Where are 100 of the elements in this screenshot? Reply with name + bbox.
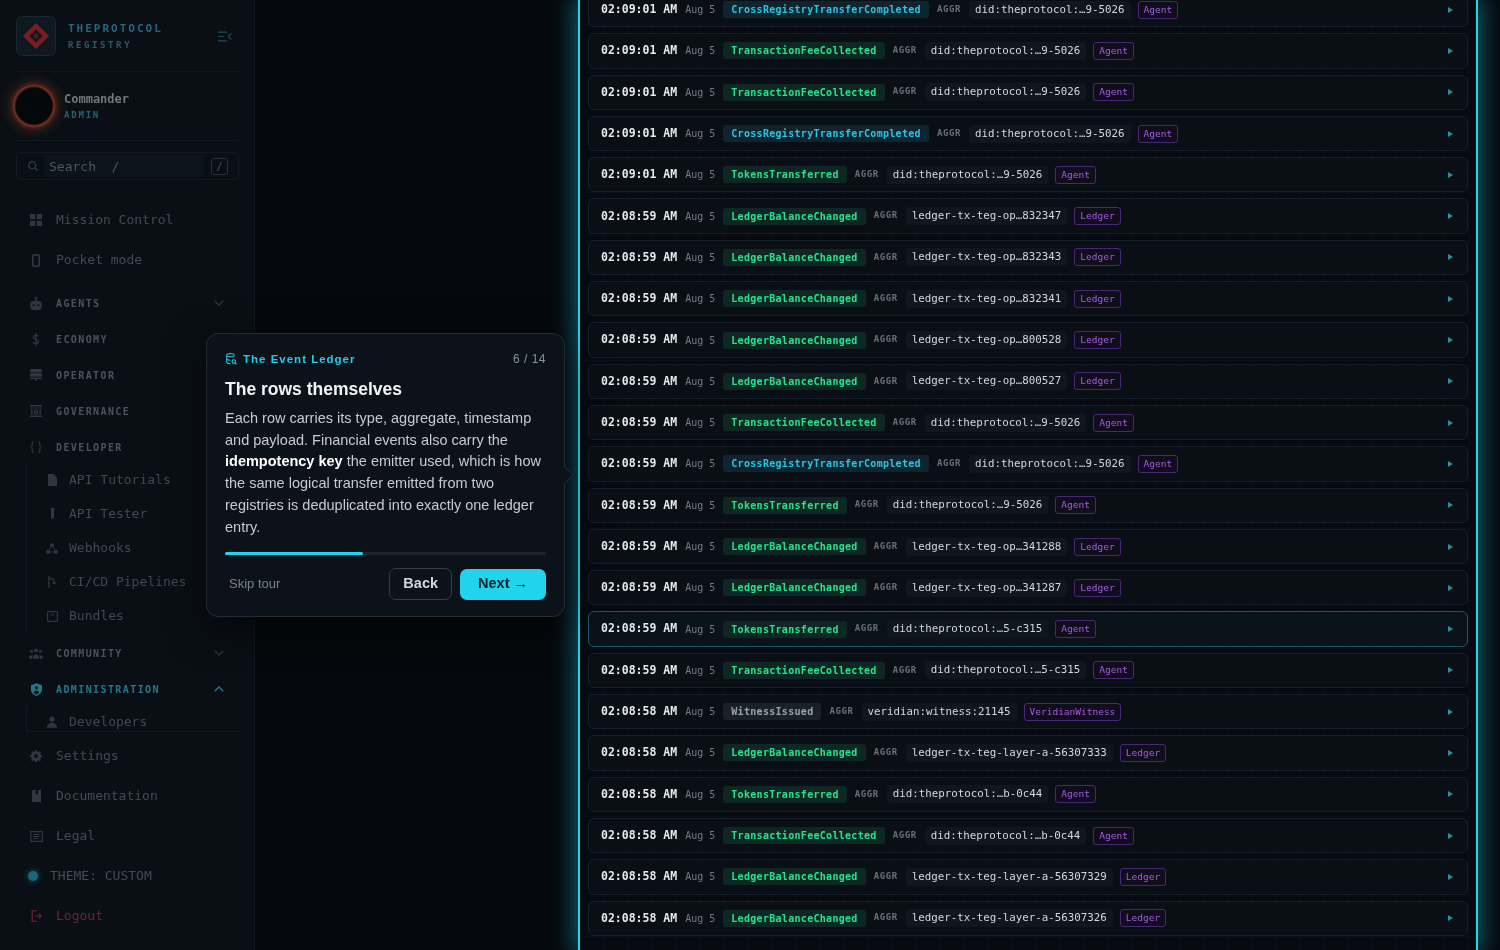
event-row[interactable]: 02:08:59 AM Aug 5 LedgerBalanceChanged AGGR ledger-tx-teg-op…832343 Ledger — [588, 239, 1468, 276]
event-type-chip: LedgerBalanceChanged — [723, 868, 866, 886]
event-time: 02:08:59 AM — [601, 455, 678, 473]
aggregate-id: did:theprotocol:…5-c315 — [924, 661, 1087, 680]
event-row[interactable]: 02:08:58 AM Aug 5 LedgerBalanceChanged AGGR ledger-tx-teg-layer-a-56307326 Ledger — [588, 900, 1468, 936]
event-type-chip: TokensTransferred — [723, 620, 847, 638]
aggregate-id: did:theprotocol:…9-5026 — [969, 454, 1131, 473]
event-date: Aug 5 — [685, 209, 716, 224]
aggregate-type-tag: Ledger — [1074, 331, 1121, 349]
caret-icon — [1448, 213, 1453, 220]
aggregate-type-tag: Agent — [1055, 165, 1096, 184]
event-row[interactable]: 02:08:59 AM Aug 5 LedgerBalanceChanged AGGR ledger-tx-teg-op…341287 Ledger — [588, 570, 1468, 606]
aggregate-type-tag: Ledger — [1074, 289, 1121, 308]
event-time: 02:08:59 AM — [601, 537, 678, 555]
aggregate-type-tag: Ledger — [1119, 744, 1167, 762]
aggregate-type-tag: Agent — [1055, 496, 1096, 515]
aggregate-type-tag: Agent — [1137, 0, 1179, 19]
aggregate-id: did:theprotocol:…9-5026 — [924, 413, 1087, 432]
event-time: 02:08:59 AM — [601, 579, 678, 597]
event-row[interactable]: 02:08:59 AM Aug 5 LedgerBalanceChanged AGGR ledger-tx-teg-op…832347 Ledger — [588, 198, 1468, 234]
event-time: 02:08:59 AM — [601, 331, 678, 349]
box-icon — [46, 610, 58, 622]
caret-icon — [1448, 295, 1453, 302]
event-row[interactable]: 02:08:58 AM Aug 5 TokensTransferred AGGR did:theprotocol:…b-0c44 Agent — [588, 776, 1468, 812]
aggregate-label: AGGR — [936, 457, 961, 471]
event-time: 02:09:01 AM — [601, 124, 678, 142]
event-row[interactable]: 02:08:59 AM Aug 5 TransactionFeeCollected AGGR did:theprotocol:…5-c315 Agent — [588, 652, 1468, 689]
step-counter: 6 / 14 — [512, 351, 546, 367]
nav-section[interactable]: ADMINISTRATION — [0, 671, 254, 707]
aggregate-id: ledger-tx-teg-op…800527 — [905, 372, 1068, 391]
event-row[interactable]: 02:08:58 AM Aug 5 LedgerBalanceChanged AGGR ledger-tx-teg-layer-a-56307329 Ledger — [588, 859, 1468, 895]
event-type-chip: TransactionFeeCollected — [723, 414, 885, 432]
skip-tour-link[interactable]: Skip tour — [225, 574, 281, 594]
event-row[interactable]: 02:09:01 AM Aug 5 CrossRegistryTransferCompleted AGGR did:theprotocol:…9-5026 Agent — [588, 0, 1468, 28]
event-date: Aug 5 — [685, 44, 716, 59]
event-row[interactable]: 02:08:59 AM Aug 5 TokensTransferred AGGR did:theprotocol:…5-c315 Agent — [588, 611, 1468, 647]
phone-icon — [32, 253, 40, 267]
aggregate-id: ledger-tx-teg-op…800528 — [905, 331, 1068, 349]
aggregate-type-tag: Agent — [1093, 41, 1134, 60]
aggregate-label: AGGR — [892, 828, 917, 842]
event-date: Aug 5 — [685, 540, 716, 554]
aggregate-id: did:theprotocol:…9-5026 — [969, 0, 1131, 19]
test-tube-icon — [49, 508, 55, 520]
event-row[interactable]: 02:08:59 AM Aug 5 LedgerBalanceChanged AGGR ledger-tx-teg-op…800527 Ledger — [588, 363, 1468, 399]
search-field[interactable]: Search / — [44, 155, 204, 177]
braces-icon — [30, 441, 42, 453]
event-row[interactable]: 02:09:01 AM Aug 5 CrossRegistryTransferCompleted AGGR did:theprotocol:…9-5026 Agent — [588, 115, 1468, 152]
event-row[interactable]: 02:08:59 AM Aug 5 LedgerBalanceChanged AGGR ledger-tx-teg-op…832341 Ledger — [588, 281, 1468, 317]
caret-icon — [1448, 584, 1453, 591]
aggregate-label: AGGR — [873, 209, 898, 223]
caret-icon — [1448, 832, 1453, 839]
event-row[interactable]: 02:08:59 AM Aug 5 TokensTransferred AGGR did:theprotocol:…9-5026 Agent — [588, 487, 1468, 523]
caret-icon — [1448, 750, 1453, 756]
event-date: Aug 5 — [685, 3, 716, 18]
theme-dot-icon — [28, 871, 38, 881]
caret-icon — [1448, 502, 1453, 509]
event-row[interactable]: 02:08:59 AM Aug 5 TransactionFeeCollected AGGR did:theprotocol:…9-5026 Agent — [588, 404, 1468, 441]
user-name: Commander — [64, 91, 130, 107]
file-icon — [47, 474, 57, 486]
event-row[interactable]: 02:09:01 AM Aug 5 TransactionFeeCollected AGGR did:theprotocol:…9-5026 Agent — [588, 74, 1468, 110]
avatar — [10, 82, 58, 130]
event-time: 02:08:58 AM — [601, 868, 678, 886]
next-button[interactable]: Next → — [460, 568, 546, 600]
webhook-icon — [46, 542, 58, 554]
aggregate-label: AGGR — [892, 44, 917, 58]
event-type-chip: LedgerBalanceChanged — [723, 331, 866, 349]
event-row[interactable]: 02:08:59 AM Aug 5 CrossRegistryTransferCompleted AGGR did:theprotocol:…9-5026 Agent — [588, 446, 1468, 482]
back-button[interactable]: Back — [389, 568, 453, 601]
event-date: Aug 5 — [685, 374, 716, 389]
aggregate-type-tag: Ledger — [1074, 372, 1121, 391]
aggregate-id: ledger-tx-teg-op…832347 — [905, 207, 1068, 226]
aggregate-id: did:theprotocol:…b-0c44 — [924, 826, 1087, 845]
shield-icon — [30, 682, 42, 696]
chevron-down-icon — [214, 300, 224, 306]
aggregate-type-tag: Agent — [1137, 124, 1179, 143]
aggregate-type-tag: Agent — [1093, 83, 1134, 102]
event-row[interactable]: 02:08:58 AM Aug 5 WitnessIssued AGGR veridian:witness:21145 VeridianWitness — [588, 694, 1468, 730]
caret-icon — [1448, 915, 1453, 922]
event-date: Aug 5 — [685, 911, 716, 926]
event-row[interactable]: 02:08:59 AM Aug 5 LedgerBalanceChanged AGGR ledger-tx-teg-op…800528 Ledger — [588, 322, 1468, 358]
diamond-logo-icon — [16, 16, 56, 56]
aggregate-label: AGGR — [854, 787, 879, 801]
event-row[interactable]: 02:08:58 AM Aug 5 TransactionFeeCollected AGGR did:theprotocol:…b-0c44 Agent — [588, 817, 1468, 854]
event-type-chip: TokensTransferred — [723, 166, 847, 184]
event-type-chip: LedgerBalanceChanged — [723, 744, 866, 762]
aggregate-label: AGGR — [873, 291, 898, 305]
menu-collapse-icon[interactable] — [218, 30, 232, 42]
event-time: 02:09:01 AM — [601, 42, 678, 60]
event-row[interactable]: 02:09:01 AM Aug 5 TokensTransferred AGGR did:theprotocol:…9-5026 Agent — [588, 157, 1468, 193]
robot-icon — [30, 296, 42, 310]
chevron-down-icon — [214, 650, 224, 656]
caret-icon — [1448, 667, 1453, 674]
caret-icon — [1448, 6, 1453, 13]
event-row[interactable]: 02:08:59 AM Aug 5 LedgerBalanceChanged AGGR ledger-tx-teg-op…341288 Ledger — [588, 528, 1468, 565]
event-type-chip: TransactionFeeCollected — [723, 83, 885, 101]
event-row[interactable]: 02:08:58 AM Aug 5 LedgerBalanceChanged AGGR ledger-tx-teg-layer-a-56307333 Ledger — [588, 735, 1468, 771]
event-date: Aug 5 — [685, 581, 716, 596]
aggregate-id: veridian:witness:21145 — [861, 702, 1017, 721]
event-type-chip: TransactionFeeCollected — [723, 661, 885, 679]
event-row[interactable]: 02:09:01 AM Aug 5 TransactionFeeCollected AGGR did:theprotocol:…9-5026 Agent — [588, 33, 1468, 69]
